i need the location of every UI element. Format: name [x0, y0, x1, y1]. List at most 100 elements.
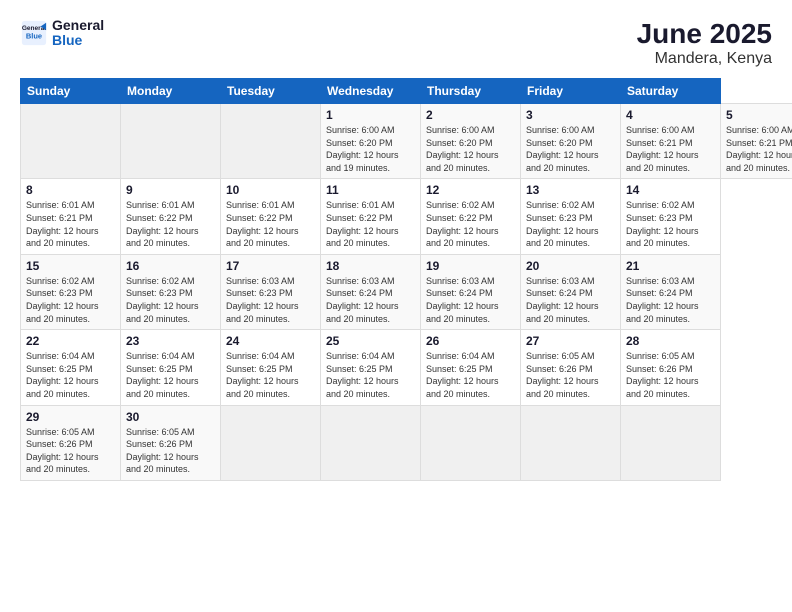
day-detail: Sunrise: 6:03 AMSunset: 6:24 PMDaylight:… [526, 275, 615, 325]
calendar-day-header: Sunday [21, 79, 121, 104]
calendar-cell: 17 Sunrise: 6:03 AMSunset: 6:23 PMDayligh… [221, 254, 321, 329]
logo: General Blue General Blue [20, 18, 104, 49]
calendar-cell: 26Sunrise: 6:04 AMSunset: 6:25 PMDayligh… [421, 330, 521, 405]
calendar-cell: 13 Sunrise: 6:02 AMSunset: 6:23 PMDayligh… [521, 179, 621, 254]
day-number: 1 [326, 108, 415, 122]
day-number: 26 [426, 334, 515, 348]
calendar-cell: 12 Sunrise: 6:02 AMSunset: 6:22 PMDayligh… [421, 179, 521, 254]
day-detail: Sunrise: 6:04 AMSunset: 6:25 PMDaylight:… [26, 350, 115, 400]
day-detail: Sunrise: 6:00 AMSunset: 6:21 PMDaylight:… [626, 124, 715, 174]
calendar-cell [421, 405, 521, 480]
day-number: 21 [626, 259, 715, 273]
day-number: 29 [26, 410, 115, 424]
day-detail: Sunrise: 6:02 AMSunset: 6:23 PMDaylight:… [26, 275, 115, 325]
calendar-day-header: Tuesday [221, 79, 321, 104]
day-detail: Sunrise: 6:00 AMSunset: 6:20 PMDaylight:… [526, 124, 615, 174]
calendar-cell [321, 405, 421, 480]
calendar-day-header: Friday [521, 79, 621, 104]
day-number: 23 [126, 334, 215, 348]
calendar-day-header: Monday [121, 79, 221, 104]
day-number: 9 [126, 183, 215, 197]
day-detail: Sunrise: 6:03 AMSunset: 6:24 PMDaylight:… [426, 275, 515, 325]
calendar-week-row: 8 Sunrise: 6:01 AMSunset: 6:21 PMDaylight… [21, 179, 792, 254]
calendar-cell: 29 Sunrise: 6:05 AMSunset: 6:26 PMDayligh… [21, 405, 121, 480]
calendar-cell: 30 Sunrise: 6:05 AMSunset: 6:26 PMDayligh… [121, 405, 221, 480]
logo-icon: General Blue [20, 19, 48, 47]
calendar-cell: 22Sunrise: 6:04 AMSunset: 6:25 PMDayligh… [21, 330, 121, 405]
calendar-cell: 16 Sunrise: 6:02 AMSunset: 6:23 PMDayligh… [121, 254, 221, 329]
calendar-cell: 9 Sunrise: 6:01 AMSunset: 6:22 PMDaylight… [121, 179, 221, 254]
day-detail: Sunrise: 6:03 AMSunset: 6:23 PMDaylight:… [226, 275, 315, 325]
day-detail: Sunrise: 6:02 AMSunset: 6:23 PMDaylight:… [526, 199, 615, 249]
day-number: 20 [526, 259, 615, 273]
calendar-cell [221, 405, 321, 480]
calendar-cell: 2 Sunrise: 6:00 AMSunset: 6:20 PMDaylight… [421, 104, 521, 179]
day-number: 27 [526, 334, 615, 348]
day-detail: Sunrise: 6:02 AMSunset: 6:23 PMDaylight:… [626, 199, 715, 249]
day-detail: Sunrise: 6:01 AMSunset: 6:22 PMDaylight:… [126, 199, 215, 249]
calendar-cell [621, 405, 721, 480]
calendar-cell: 20 Sunrise: 6:03 AMSunset: 6:24 PMDayligh… [521, 254, 621, 329]
calendar-cell: 1 Sunrise: 6:00 AMSunset: 6:20 PMDaylight… [321, 104, 421, 179]
calendar-title: June 2025 [637, 18, 772, 50]
day-detail: Sunrise: 6:05 AMSunset: 6:26 PMDaylight:… [26, 426, 115, 476]
day-detail: Sunrise: 6:05 AMSunset: 6:26 PMDaylight:… [126, 426, 215, 476]
day-detail: Sunrise: 6:03 AMSunset: 6:24 PMDaylight:… [326, 275, 415, 325]
day-number: 24 [226, 334, 315, 348]
day-number: 17 [226, 259, 315, 273]
calendar-cell: 15Sunrise: 6:02 AMSunset: 6:23 PMDayligh… [21, 254, 121, 329]
calendar-week-row: 15Sunrise: 6:02 AMSunset: 6:23 PMDayligh… [21, 254, 792, 329]
day-number: 12 [426, 183, 515, 197]
day-detail: Sunrise: 6:05 AMSunset: 6:26 PMDaylight:… [526, 350, 615, 400]
calendar-cell [21, 104, 121, 179]
day-detail: Sunrise: 6:00 AMSunset: 6:20 PMDaylight:… [326, 124, 415, 174]
day-number: 5 [726, 108, 792, 122]
calendar-week-row: 22Sunrise: 6:04 AMSunset: 6:25 PMDayligh… [21, 330, 792, 405]
day-detail: Sunrise: 6:00 AMSunset: 6:21 PMDaylight:… [726, 124, 792, 174]
logo-text: General Blue [52, 18, 104, 49]
calendar-cell: 18 Sunrise: 6:03 AMSunset: 6:24 PMDayligh… [321, 254, 421, 329]
day-number: 2 [426, 108, 515, 122]
day-number: 8 [26, 183, 115, 197]
calendar-cell: 23Sunrise: 6:04 AMSunset: 6:25 PMDayligh… [121, 330, 221, 405]
day-detail: Sunrise: 6:04 AMSunset: 6:25 PMDaylight:… [326, 350, 415, 400]
day-detail: Sunrise: 6:02 AMSunset: 6:22 PMDaylight:… [426, 199, 515, 249]
calendar-cell: 24 Sunrise: 6:04 AMSunset: 6:25 PMDayligh… [221, 330, 321, 405]
day-detail: Sunrise: 6:01 AMSunset: 6:22 PMDaylight:… [326, 199, 415, 249]
calendar-cell: 14 Sunrise: 6:02 AMSunset: 6:23 PMDayligh… [621, 179, 721, 254]
calendar-cell: 5 Sunrise: 6:00 AMSunset: 6:21 PMDaylight… [721, 104, 792, 179]
day-number: 18 [326, 259, 415, 273]
day-number: 25 [326, 334, 415, 348]
day-number: 19 [426, 259, 515, 273]
day-detail: Sunrise: 6:03 AMSunset: 6:24 PMDaylight:… [626, 275, 715, 325]
day-detail: Sunrise: 6:02 AMSunset: 6:23 PMDaylight:… [126, 275, 215, 325]
day-detail: Sunrise: 6:04 AMSunset: 6:25 PMDaylight:… [226, 350, 315, 400]
calendar-cell: 27 Sunrise: 6:05 AMSunset: 6:26 PMDayligh… [521, 330, 621, 405]
day-number: 16 [126, 259, 215, 273]
calendar-cell: 8 Sunrise: 6:01 AMSunset: 6:21 PMDaylight… [21, 179, 121, 254]
day-number: 30 [126, 410, 215, 424]
calendar-cell: 21 Sunrise: 6:03 AMSunset: 6:24 PMDayligh… [621, 254, 721, 329]
day-number: 14 [626, 183, 715, 197]
day-detail: Sunrise: 6:01 AMSunset: 6:22 PMDaylight:… [226, 199, 315, 249]
calendar-week-row: 29 Sunrise: 6:05 AMSunset: 6:26 PMDayligh… [21, 405, 792, 480]
calendar-day-header: Thursday [421, 79, 521, 104]
calendar-cell [521, 405, 621, 480]
day-number: 3 [526, 108, 615, 122]
calendar-day-header: Saturday [621, 79, 721, 104]
day-number: 13 [526, 183, 615, 197]
calendar-cell [121, 104, 221, 179]
calendar-table: SundayMondayTuesdayWednesdayThursdayFrid… [20, 78, 792, 481]
title-block: June 2025 Mandera, Kenya [637, 18, 772, 68]
calendar-subtitle: Mandera, Kenya [637, 50, 772, 68]
day-number: 11 [326, 183, 415, 197]
calendar-day-header: Wednesday [321, 79, 421, 104]
day-detail: Sunrise: 6:01 AMSunset: 6:21 PMDaylight:… [26, 199, 115, 249]
day-detail: Sunrise: 6:05 AMSunset: 6:26 PMDaylight:… [626, 350, 715, 400]
calendar-cell: 19 Sunrise: 6:03 AMSunset: 6:24 PMDayligh… [421, 254, 521, 329]
calendar-cell: 10Sunrise: 6:01 AMSunset: 6:22 PMDayligh… [221, 179, 321, 254]
day-detail: Sunrise: 6:00 AMSunset: 6:20 PMDaylight:… [426, 124, 515, 174]
day-number: 28 [626, 334, 715, 348]
svg-text:Blue: Blue [26, 32, 42, 41]
calendar-cell: 28 Sunrise: 6:05 AMSunset: 6:26 PMDayligh… [621, 330, 721, 405]
